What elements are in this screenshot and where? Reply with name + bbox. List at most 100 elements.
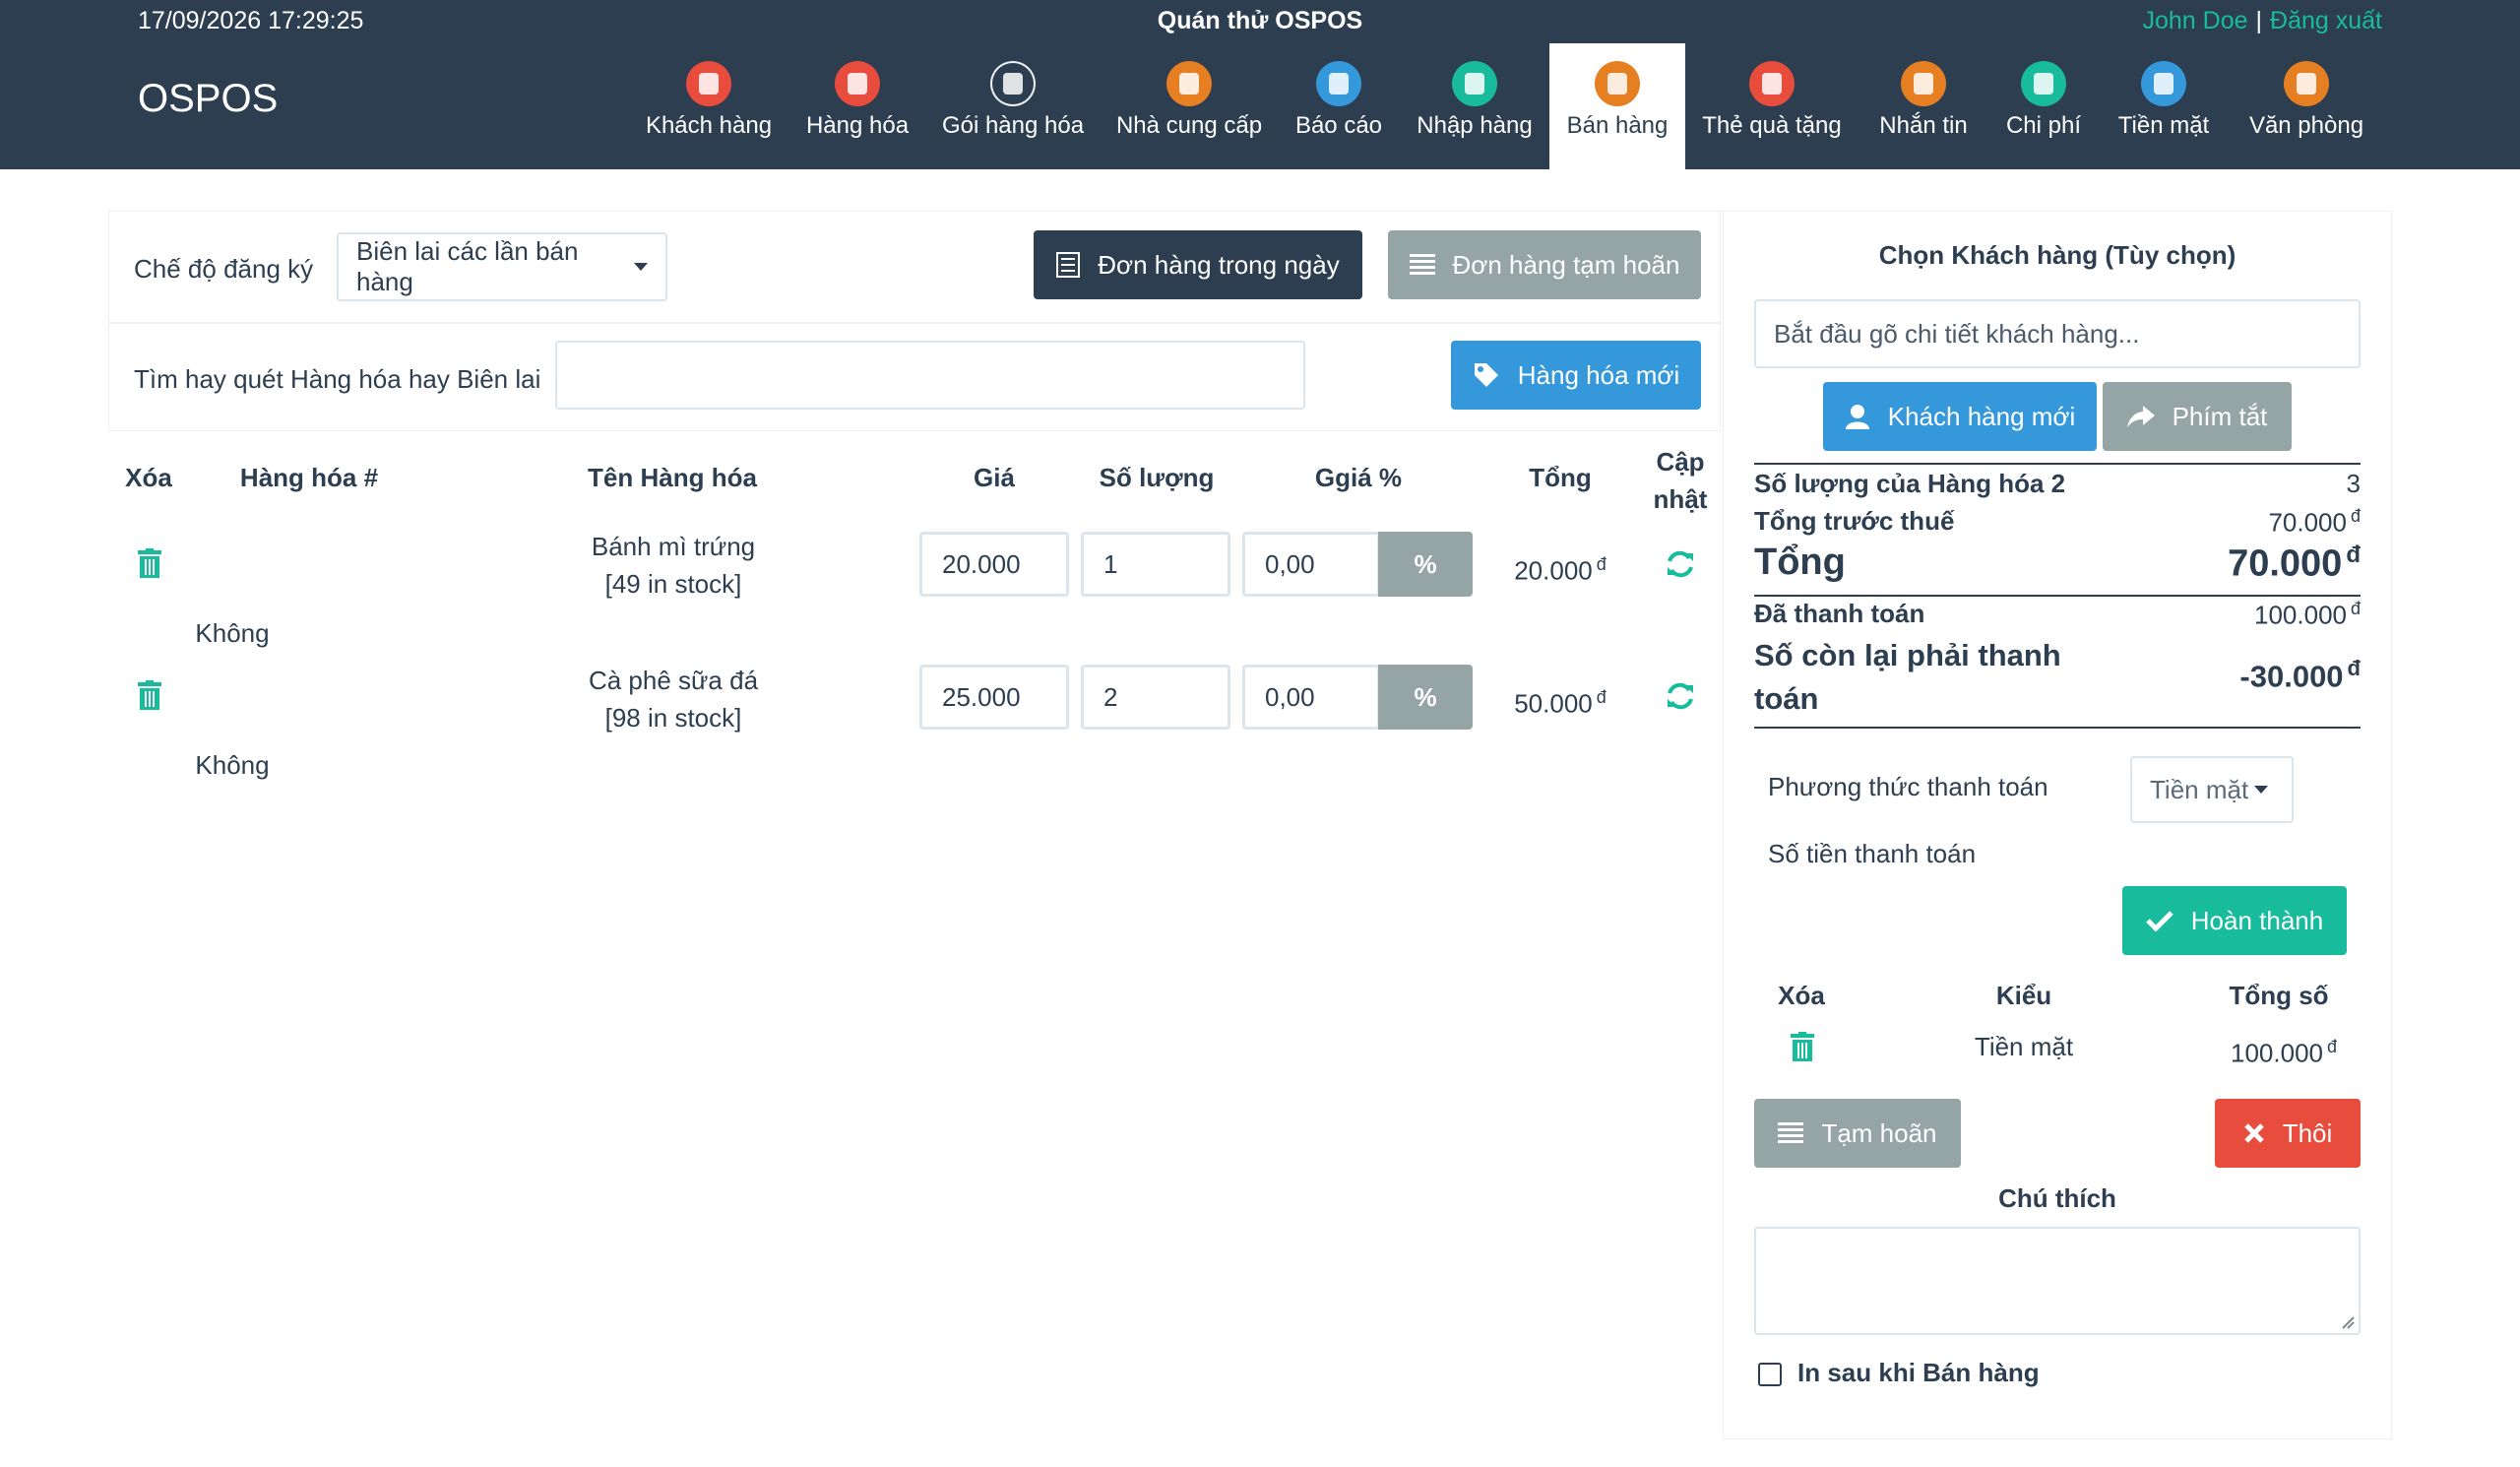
payment-type: Tiền mặt xyxy=(1974,1032,2074,1061)
user-icon xyxy=(1845,405,1869,429)
delete-item-icon[interactable] xyxy=(138,548,161,578)
subtotal-row: Tổng trước thuế 70.000 đ xyxy=(1754,506,2361,540)
shortcuts-button[interactable]: Phím tắt xyxy=(2103,382,2292,451)
total-value: 70.000 xyxy=(2228,542,2343,585)
item-kits-icon xyxy=(990,61,1036,106)
subtotal-label: Tổng trước thuế xyxy=(1754,506,1955,536)
payment-method-dropdown[interactable]: Tiền mặt xyxy=(2130,756,2294,823)
amount-due-label-line2: toán xyxy=(1754,681,1819,716)
user-name-link[interactable]: John Doe xyxy=(2143,7,2248,34)
amount-due-row: Số còn lại phải thanh toán -30.000 đ xyxy=(1754,634,2361,723)
print-after-sale-checkbox[interactable] xyxy=(1758,1363,1782,1386)
suspend-sale-button[interactable]: Tạm hoãn xyxy=(1754,1099,1961,1168)
new-item-label: Hàng hóa mới xyxy=(1517,359,1680,390)
nav-label: Nhắn tin xyxy=(1879,112,1968,139)
col-item-number: Hàng hóa # xyxy=(239,463,379,492)
cashups-icon xyxy=(2141,61,2186,106)
discount-input[interactable]: 0,00 xyxy=(1242,665,1380,730)
customer-search-input[interactable]: Bắt đầu gõ chi tiết khách hàng... xyxy=(1754,299,2361,368)
delete-item-icon[interactable] xyxy=(138,680,161,710)
item-description: Không xyxy=(195,750,270,780)
currency-symbol: đ xyxy=(2326,1037,2337,1056)
nav-office[interactable]: Văn phòng xyxy=(2240,43,2372,169)
summary-divider xyxy=(1754,463,2361,465)
total-label: Tổng xyxy=(1754,542,1846,583)
comment-textarea[interactable] xyxy=(1754,1227,2361,1335)
customers-icon xyxy=(686,61,731,106)
nav-label: Tiền mặt xyxy=(2117,112,2210,139)
payment-amount-value: 100.000 xyxy=(2231,1038,2323,1068)
amount-paid-value: 100.000 xyxy=(2254,600,2347,630)
register-mode-label: Chế độ đăng ký xyxy=(134,254,314,284)
nav-messages[interactable]: Nhắn tin xyxy=(1866,43,1981,169)
line-total: 20.000 đ xyxy=(1496,547,1624,588)
nav-receivings[interactable]: Nhập hàng xyxy=(1406,43,1544,169)
price-input[interactable]: 20.000 xyxy=(919,532,1069,597)
amount-due-value: -30.000 xyxy=(2239,659,2344,694)
payment-method-label: Phương thức thanh toán xyxy=(1768,772,2048,801)
nav-cashups[interactable]: Tiền mặt xyxy=(2107,43,2221,169)
reports-icon xyxy=(1316,61,1361,106)
col-item-name: Tên Hàng hóa xyxy=(588,463,757,492)
nav-label: Gói hàng hóa xyxy=(941,112,1085,139)
nav-label: Nhà cung cấp xyxy=(1115,112,1263,139)
cart-item-stock: [49 in stock] xyxy=(604,569,742,599)
resize-handle-icon[interactable] xyxy=(2341,1315,2355,1329)
logout-link[interactable]: Đăng xuất xyxy=(2270,7,2382,34)
top-bar: 17/09/2026 17:29:25 Quán thử OSPOS John … xyxy=(0,0,2520,43)
nav-giftcards[interactable]: Thẻ quà tặng xyxy=(1695,43,1849,169)
suspend-sale-label: Tạm hoãn xyxy=(1821,1117,1937,1148)
nav-items[interactable]: Hàng hóa xyxy=(795,43,919,169)
col-update: Cập nhật xyxy=(1644,443,1717,518)
item-count-row: Số lượng của Hàng hóa 2 3 xyxy=(1754,469,2361,502)
discount-percent-toggle[interactable]: % xyxy=(1378,532,1473,597)
discount-percent-toggle[interactable]: % xyxy=(1378,665,1473,730)
quantity-input[interactable]: 1 xyxy=(1081,532,1230,597)
amount-due: -30.000 đ xyxy=(2239,656,2361,694)
daily-sales-label: Đơn hàng trong ngày xyxy=(1098,249,1340,280)
nav-customers[interactable]: Khách hàng xyxy=(638,43,780,169)
nav-label: Chi phí xyxy=(2005,112,2082,139)
currency-symbol: đ xyxy=(2350,506,2361,526)
nav-expenses[interactable]: Chi phí xyxy=(1998,43,2089,169)
payment-amount-label: Số tiền thanh toán xyxy=(1768,839,1977,868)
nav-label: Hàng hóa xyxy=(805,112,910,139)
col-update-line2: nhật xyxy=(1653,484,1708,514)
cancel-sale-button[interactable]: Thôi xyxy=(2215,1099,2361,1168)
nav-suppliers[interactable]: Nhà cung cấp xyxy=(1106,43,1272,169)
total-amount: 70.000 đ xyxy=(2228,542,2361,586)
comment-label: Chú thích xyxy=(1998,1183,2116,1213)
complete-sale-button[interactable]: Hoàn thành xyxy=(2122,886,2347,955)
cart-item-name: Bánh mì trứng [49 in stock] xyxy=(532,528,815,603)
daily-sales-button[interactable]: Đơn hàng trong ngày xyxy=(1034,230,1362,299)
nav-item-kits[interactable]: Gói hàng hóa xyxy=(935,43,1091,169)
new-item-button[interactable]: Hàng hóa mới xyxy=(1451,341,1701,410)
item-count-label: Số lượng của Hàng hóa 2 xyxy=(1754,469,2066,498)
suspended-sales-label: Đơn hàng tạm hoãn xyxy=(1452,249,1680,280)
cart-item-stock: [98 in stock] xyxy=(604,703,742,733)
price-input[interactable]: 25.000 xyxy=(919,665,1069,730)
brand-logo[interactable]: OSPOS xyxy=(138,77,278,121)
suspended-sales-button[interactable]: Đơn hàng tạm hoãn xyxy=(1388,230,1701,299)
item-search-input[interactable] xyxy=(555,341,1305,410)
quantity-input[interactable]: 2 xyxy=(1081,665,1230,730)
new-customer-button[interactable]: Khách hàng mới xyxy=(1823,382,2097,451)
amount-paid: 100.000 đ xyxy=(2254,599,2361,631)
line-total-value: 20.000 xyxy=(1514,555,1593,586)
complete-sale-label: Hoàn thành xyxy=(2190,905,2324,935)
refresh-icon[interactable] xyxy=(1666,549,1695,579)
refresh-icon[interactable] xyxy=(1666,681,1695,711)
item-count-value: 3 xyxy=(2346,469,2361,498)
items-icon xyxy=(835,61,880,106)
register-mode-dropdown[interactable]: Biên lai các lần bán hàng xyxy=(337,232,667,301)
nav-reports[interactable]: Báo cáo xyxy=(1288,43,1390,169)
share-arrow-icon xyxy=(2126,406,2155,427)
main-navbar: OSPOS Khách hàng Hàng hóa Gói hàng hóa N… xyxy=(0,43,2520,169)
amount-paid-label: Đã thanh toán xyxy=(1754,599,1925,628)
nav-sales[interactable]: Bán hàng xyxy=(1549,43,1685,169)
print-after-sale-label: In sau khi Bán hàng xyxy=(1797,1358,2040,1387)
col-price: Giá xyxy=(974,463,1015,492)
discount-input[interactable]: 0,00 xyxy=(1242,532,1380,597)
delete-payment-icon[interactable] xyxy=(1791,1032,1814,1061)
align-justify-icon xyxy=(1778,1122,1804,1143)
